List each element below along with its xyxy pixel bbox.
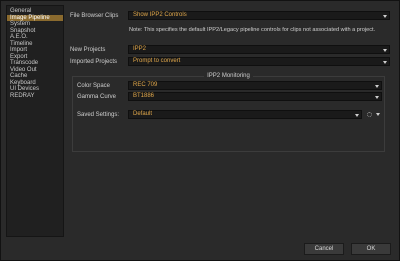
ipp2-monitoring-group: IPP2 Monitoring Color Space REC 709 Gamm…	[72, 73, 386, 152]
chevron-down-icon	[383, 14, 387, 18]
imported-projects-row: Imported Projects Prompt to convert	[67, 57, 393, 67]
saved-settings-value: Default	[133, 111, 153, 117]
saved-settings-label: Saved Settings:	[77, 112, 120, 118]
imported-projects-dropdown[interactable]: Prompt to convert	[128, 57, 390, 66]
imported-projects-value: Prompt to convert	[133, 58, 181, 64]
color-space-dropdown[interactable]: REC 709	[128, 81, 382, 90]
new-projects-value: IPP2	[133, 46, 147, 52]
saved-settings-dropdown[interactable]: Default	[128, 110, 362, 119]
preferences-sidebar: General Image Pipeline System Snapshot A.E.O…	[6, 5, 64, 237]
imported-projects-label: Imported Projects	[70, 59, 118, 65]
ok-button[interactable]: OK	[351, 243, 391, 255]
gamma-curve-row: Gamma Curve BT1886	[73, 92, 386, 102]
saved-settings-row: Saved Settings: Default	[73, 110, 386, 120]
color-space-value: REC 709	[133, 82, 158, 88]
saved-settings-menu-button[interactable]	[373, 110, 383, 119]
chevron-down-icon	[376, 112, 380, 116]
gear-icon	[367, 111, 372, 117]
pipeline-note: Note: This specifies the default IPP2/Le…	[129, 27, 376, 33]
gamma-curve-value: BT1886	[133, 93, 155, 99]
new-projects-row: New Projects IPP2	[67, 45, 393, 55]
gamma-curve-dropdown[interactable]: BT1886	[128, 92, 382, 101]
chevron-down-icon	[383, 48, 387, 52]
color-space-label: Color Space	[77, 83, 111, 89]
chevron-down-icon	[383, 60, 387, 64]
gamma-curve-label: Gamma Curve	[77, 94, 117, 100]
chevron-down-icon	[375, 95, 379, 99]
new-projects-label: New Projects	[70, 47, 106, 53]
image-pipeline-panel: File Browser Clips Show IPP2 Controls No…	[67, 5, 393, 237]
sidebar-list: General Image Pipeline System Snapshot A.E.O…	[7, 6, 63, 99]
chevron-down-icon	[375, 84, 379, 88]
new-projects-dropdown[interactable]: IPP2	[128, 45, 390, 54]
preferences-window: General Image Pipeline System Snapshot A.E.O…	[0, 0, 400, 261]
file-browser-clips-dropdown[interactable]: Show IPP2 Controls	[128, 11, 390, 20]
ipp2-monitoring-title: IPP2 Monitoring	[204, 73, 253, 79]
file-browser-clips-label: File Browser Clips	[70, 13, 119, 19]
chevron-down-icon	[355, 113, 359, 117]
sidebar-item-redray[interactable]: REDRAY	[7, 93, 63, 100]
cancel-button[interactable]: Cancel	[304, 243, 344, 255]
file-browser-clips-value: Show IPP2 Controls	[133, 12, 187, 18]
file-browser-clips-row: File Browser Clips Show IPP2 Controls	[67, 11, 393, 21]
color-space-row: Color Space REC 709	[73, 81, 386, 91]
